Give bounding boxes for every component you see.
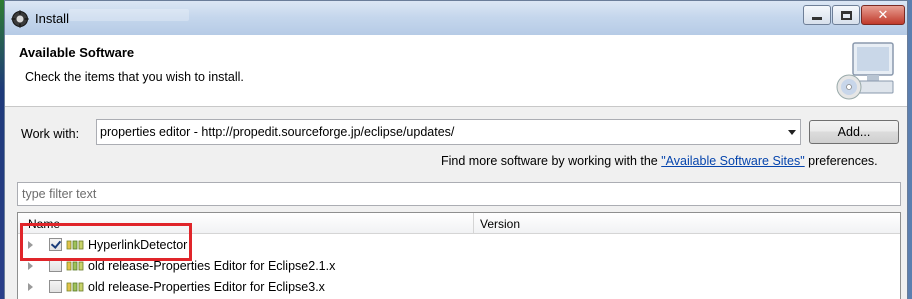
filter-input[interactable] — [18, 183, 900, 205]
header-panel: Available Software Check the items that … — [5, 35, 907, 107]
tree-row-label: old release-Properties Editor for Eclips… — [88, 280, 325, 294]
page-description: Check the items that you wish to install… — [25, 70, 244, 84]
maximize-icon — [840, 10, 852, 20]
page-title: Available Software — [19, 45, 135, 60]
column-version[interactable]: Version — [480, 217, 520, 231]
chevron-down-icon[interactable] — [788, 130, 796, 135]
feature-package-icon — [66, 282, 84, 292]
computer-cd-icon — [836, 42, 894, 100]
install-dialog: Install ✕ Available Software Check the i… — [4, 0, 908, 299]
find-more-suffix: preferences. — [804, 154, 878, 168]
window-title: Install — [35, 11, 69, 26]
column-divider[interactable] — [473, 213, 474, 234]
minimize-button[interactable] — [803, 5, 831, 25]
eclipse-install-icon — [11, 10, 29, 28]
filter-field[interactable] — [17, 182, 901, 206]
feature-package-icon — [66, 261, 84, 271]
title-bar[interactable]: Install ✕ — [5, 1, 907, 35]
close-button[interactable]: ✕ — [861, 5, 905, 25]
red-highlight-box — [20, 223, 192, 261]
add-button[interactable]: Add... — [809, 120, 899, 144]
work-with-combo[interactable]: properties editor - http://propedit.sour… — [96, 119, 801, 145]
maximize-button[interactable] — [832, 5, 860, 25]
find-more-text: Find more software by working with the "… — [441, 154, 878, 168]
expand-arrow-icon[interactable] — [28, 283, 33, 291]
work-with-value: properties editor - http://propedit.sour… — [100, 125, 455, 139]
checkbox[interactable] — [49, 280, 62, 293]
tree-row-label: old release-Properties Editor for Eclips… — [88, 259, 336, 273]
work-with-label: Work with: — [21, 127, 80, 141]
title-ghost-text — [69, 9, 189, 21]
minimize-icon — [812, 16, 822, 20]
close-icon: ✕ — [877, 7, 889, 23]
tree-row[interactable]: old release-Properties Editor for Eclips… — [18, 277, 900, 297]
expand-arrow-icon[interactable] — [28, 262, 33, 270]
find-more-prefix: Find more software by working with the — [441, 154, 662, 168]
available-software-sites-link[interactable]: "Available Software Sites" — [661, 154, 804, 168]
